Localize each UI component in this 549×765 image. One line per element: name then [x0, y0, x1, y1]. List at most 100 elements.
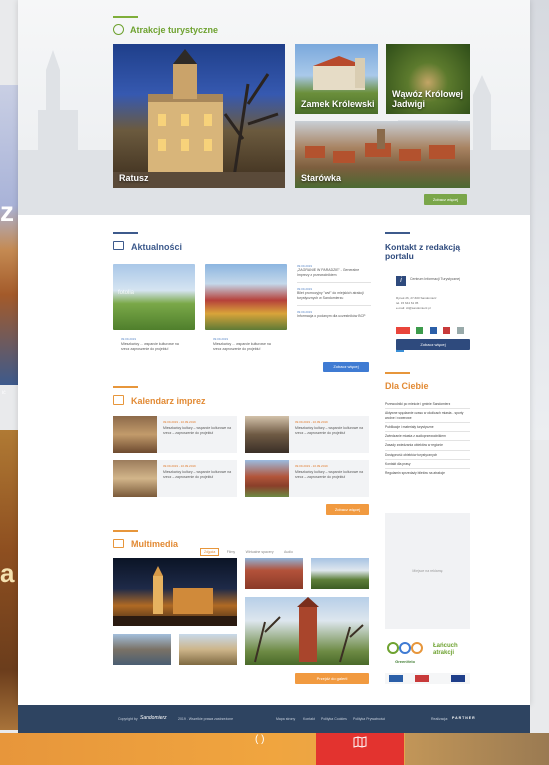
news-card-image[interactable] — [205, 264, 287, 330]
news-side-text[interactable]: „ZAGRANIE W PARADZIE” - Generalne Imprez… — [297, 268, 371, 283]
background-bottom-glyph: ( ) — [255, 734, 265, 745]
contact-address: Rynek 26, 27-600 Sandomierz — [396, 296, 437, 300]
contact-email[interactable]: e-mail: cit@sandomierz.pl — [396, 306, 468, 310]
event-image — [245, 416, 289, 453]
info-icon: i — [396, 276, 406, 286]
event-text: Mieszkańcy kultury – wsparcie kulturowe … — [295, 426, 364, 435]
attraction-ratusz[interactable]: Ratusz — [113, 44, 285, 188]
footer-realization-label: Realizacja: — [431, 717, 449, 721]
tab-audio[interactable]: Audio — [281, 549, 296, 555]
page-container: Atrakcje turystyczne Ratusz Zamek Królew… — [18, 0, 530, 705]
events-more-button[interactable]: Zobacz więcej — [326, 504, 369, 515]
background-large-letter-2: a — [0, 558, 15, 588]
ad-placeholder[interactable]: Miejsce na reklamę — [385, 513, 470, 629]
attraction-label: Wąwóz Królowej Jadwigi — [392, 89, 464, 109]
map-icon — [353, 736, 367, 748]
gallery-tower-illustration — [254, 597, 364, 663]
newspaper-icon — [113, 241, 124, 250]
location-pin-icon — [113, 24, 124, 35]
footer-link-contact[interactable]: Kontakt — [303, 717, 315, 721]
contact-more-button[interactable]: Zobacz więcej — [396, 339, 470, 350]
for-you-item[interactable]: Kontakt dla prasy — [385, 460, 470, 470]
news-side-text[interactable]: Informacja o podanym dla uczestników BCP — [297, 314, 371, 319]
attraction-zamek[interactable]: Zamek Królewski — [295, 44, 378, 114]
news-card-image[interactable]: fotolia — [113, 264, 195, 330]
contact-logos — [396, 321, 468, 352]
attraction-label: Zamek Królewski — [301, 98, 375, 109]
greenvelo-label: GreenVelo — [395, 659, 415, 664]
tab-photos[interactable]: Zdjęcia — [200, 548, 220, 556]
gallery-photo[interactable] — [113, 558, 237, 626]
for-you-title-line — [385, 372, 410, 374]
event-date: 09.09.2019 - 10.09.2019 — [295, 420, 328, 424]
for-you-item[interactable]: Zasady zwiedzania obiektów w regionie — [385, 441, 470, 451]
attraction-label: Starówka — [301, 172, 342, 183]
event-card[interactable]: 09.09.2019 - 10.09.2019 Mieszkańcy kultu… — [245, 460, 369, 497]
footer-realization-name[interactable]: PARTNER — [452, 716, 476, 720]
event-card[interactable]: 09.09.2019 - 10.09.2019 Mieszkańcy kultu… — [113, 416, 237, 453]
news-title-line — [113, 232, 138, 234]
gallery-photo[interactable] — [311, 558, 369, 589]
news-card-text[interactable]: Mieszkańcy ... wsparcie kulturowe na rze… — [213, 342, 279, 352]
footer-link-cookies[interactable]: Polityka Cookies — [321, 717, 347, 721]
for-you-item[interactable]: Regulamin sprzedaży biletów na atrakcje — [385, 469, 470, 477]
events-title-line — [113, 386, 138, 388]
event-image — [113, 416, 157, 453]
event-image — [113, 460, 157, 497]
event-text: Mieszkańcy kultury – wsparcie kulturowe … — [295, 470, 364, 479]
for-you-title: Dla Ciebie — [385, 381, 429, 391]
for-you-item[interactable]: Publikacje i materiały turystyczne — [385, 423, 470, 433]
eu-logo-icon — [389, 675, 403, 682]
footer-link-privacy[interactable]: Polityka Prywatności — [353, 717, 385, 721]
news-more-button[interactable]: Zobacz więcej — [323, 362, 369, 372]
background-map-tab[interactable] — [316, 733, 404, 765]
footer-link-sitemap[interactable]: Mapa strony — [276, 717, 295, 721]
multimedia-title: Multimedia — [131, 539, 179, 549]
gallery-photo[interactable] — [245, 597, 369, 665]
contact-org-name: Centrum Informacji Turystycznej — [410, 277, 460, 281]
events-title: Kalendarz imprez — [131, 396, 206, 406]
chain-attractions-logo[interactable]: Łańcuch atrakcji — [433, 643, 471, 656]
for-you-item[interactable]: Aktywne spędzanie czasu w okolicach mias… — [385, 409, 470, 423]
footer-copyright: Copyright by — [118, 717, 138, 721]
tab-virtual-walks[interactable]: Wirtualne spacery — [243, 549, 277, 555]
gallery-photo[interactable] — [113, 634, 171, 665]
event-card[interactable]: 09.09.2019 - 10.09.2019 Mieszkańcy kultu… — [113, 460, 237, 497]
gallery-photo[interactable] — [245, 558, 303, 589]
greenvelo-logo[interactable]: GreenVelo — [385, 640, 425, 664]
for-you-item[interactable]: Zwiedzanie miasta z audioprzewodnikiem — [385, 432, 470, 442]
news-card-text[interactable]: Mieszkańcy ... wsparcie kulturowe na rze… — [121, 342, 187, 352]
for-you-item[interactable]: Przewodniki po mieście i gminie Sandomie… — [385, 400, 470, 410]
news-card-date: 09.09.2019 — [213, 337, 229, 341]
news-card-date: 09.09.2019 — [121, 337, 137, 341]
eu-flag-icon — [451, 675, 465, 682]
gallery-button[interactable]: Przejdź do galerii — [295, 673, 369, 684]
news-side-text[interactable]: Bilet promocyjny "wsf" do miejskich atra… — [297, 291, 371, 306]
multimedia-title-line — [113, 530, 138, 532]
footer-rights: 2019 . Wszelkie prawa zastrzeżone — [178, 717, 234, 721]
news-side-list: 09.09.2019 „ZAGRANIE W PARADZIE” - Gener… — [297, 264, 371, 318]
event-text: Mieszkańcy kultury – wsparcie kulturowe … — [163, 470, 232, 479]
attractions-more-button[interactable]: Zobacz więcej — [424, 194, 467, 205]
camera-icon — [113, 539, 124, 548]
news-title: Aktualności — [131, 242, 183, 252]
contact-phone: tel. 15 644 61 05 — [396, 301, 419, 305]
event-date: 09.09.2019 - 10.09.2019 — [295, 464, 328, 468]
contact-title-line — [385, 232, 410, 234]
attractions-title-line — [113, 16, 138, 18]
partner-logo-icon — [396, 327, 410, 334]
attraction-wawoz[interactable]: Wąwóz Królowej Jadwigi — [386, 44, 470, 114]
gallery-photo[interactable] — [179, 634, 237, 665]
partner-logo-icon — [429, 327, 437, 334]
footer: Copyright by Sandomierz 2019 . Wszelkie … — [18, 705, 530, 733]
footer-logo[interactable]: Sandomierz — [140, 715, 167, 721]
partner-logo-icon — [456, 327, 464, 334]
event-card[interactable]: 09.09.2019 - 10.09.2019 Mieszkańcy kultu… — [245, 416, 369, 453]
attraction-starowka[interactable]: Starówka — [295, 121, 470, 188]
background-large-letter: z — [0, 196, 14, 227]
bicycle-icon — [387, 642, 423, 654]
eu-funding-logos — [385, 673, 470, 684]
for-you-item[interactable]: Dostępność obiektów turystycznych — [385, 451, 470, 460]
tab-videos[interactable]: Filmy — [224, 549, 238, 555]
background-small-text: ić — [2, 390, 6, 396]
